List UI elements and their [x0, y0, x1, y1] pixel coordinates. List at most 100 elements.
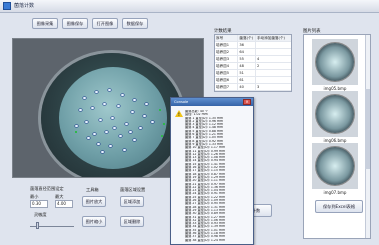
colony-marker: [97, 143, 100, 145]
window-title-bar: 菌落计数: [0, 0, 379, 13]
window-title: 菌落计数: [14, 3, 35, 9]
header-cell: 手动添加菌落(个): [256, 36, 285, 40]
colony-marker: [143, 115, 146, 117]
colony-marker: [133, 99, 136, 101]
colony-marker: [85, 121, 88, 123]
colony-marker: [111, 117, 114, 119]
table-cell: 培养皿2: [215, 49, 239, 55]
colony-marker: [145, 103, 148, 105]
table-cell: 3: [256, 85, 260, 89]
table-row[interactable]: 培养皿7 40 3: [215, 84, 291, 91]
app-window: 菌落计数 图像采集 图像保存 打开图像 数据保存 菌落直径范围设定 最小 最大 …: [0, 0, 379, 245]
export-excel-button[interactable]: 保存到Excel表格: [315, 200, 363, 213]
colony-marker: [75, 125, 78, 127]
colony-marker: [87, 137, 90, 139]
table-cell: 48: [238, 63, 256, 69]
preview-scrollbar[interactable]: [365, 35, 370, 238]
table-cell: 55: [238, 56, 256, 62]
table-cell: 培养皿1: [215, 42, 239, 48]
colony-marker: [105, 131, 108, 133]
preview-thumbnail: [312, 143, 358, 189]
table-cell: 培养皿5: [215, 70, 239, 76]
table-body: 培养皿1 36 培养皿2 64 培养皿3 55 4 培养皿4 48 2 培养皿5 51 培养皿6 61 培养…: [215, 42, 291, 91]
scroll-thumb[interactable]: [365, 89, 370, 169]
dialog-line: 菌落 38 直径(D): 1.24 mm: [185, 238, 226, 242]
colony-marker: [79, 109, 82, 111]
table-row[interactable]: 培养皿3 55 4: [215, 56, 291, 63]
table-row[interactable]: 培养皿1 36: [215, 42, 291, 49]
colony-marker: [101, 151, 104, 153]
app-icon: [3, 2, 11, 10]
table-cell: 40: [238, 84, 256, 90]
colony-marker: [109, 145, 112, 147]
toolbox-label: 工具箱: [86, 187, 99, 192]
table-cell: 4: [256, 57, 260, 61]
preview-item[interactable]: img05.bmp: [312, 39, 358, 91]
preview-thumbnail: [312, 39, 358, 85]
sensitivity-slider[interactable]: [36, 222, 39, 229]
colony-marker: [129, 131, 132, 133]
save-image-button[interactable]: 图像保存: [62, 18, 88, 29]
sensitivity-label: 灵敏度: [34, 212, 47, 217]
colony-marker: [119, 135, 122, 137]
colony-marker: [133, 139, 136, 141]
add-region-button[interactable]: 区域添加: [120, 196, 144, 207]
colony-marker: [95, 91, 98, 93]
colony-marker: [108, 89, 111, 91]
table-cell: 培养皿4: [215, 63, 239, 69]
colony-marker: [93, 133, 96, 135]
zoom-out-button[interactable]: 图片缩小: [82, 216, 106, 227]
colony-marker: [99, 119, 102, 121]
preview-thumbnail: [312, 91, 358, 137]
results-table[interactable]: 序号 菌落(个) 手动添加菌落(个) 培养皿1 36 培养皿2 64 培养皿3 55 4 培养…: [214, 34, 292, 92]
table-cell: [256, 70, 291, 76]
preview-filename: img07.bmp: [323, 190, 347, 195]
capture-image-button[interactable]: 图像采集: [32, 18, 58, 29]
region-setting-label: 菌落区域设置: [120, 187, 146, 192]
manual-marker: [161, 135, 163, 137]
dialog-title: Console: [174, 100, 189, 104]
save-data-button[interactable]: 数据保存: [122, 18, 148, 29]
table-cell: 64: [238, 49, 256, 55]
manual-marker: [163, 123, 165, 125]
open-image-button[interactable]: 打开图像: [92, 18, 118, 29]
manual-marker: [159, 109, 161, 111]
table-cell: 培养皿3: [215, 56, 239, 62]
colony-marker: [117, 105, 120, 107]
colony-marker: [123, 149, 126, 151]
colony-marker: [83, 97, 86, 99]
table-cell: 培养皿6: [215, 77, 239, 83]
diameter-range-label: 菌落直径范围设定: [30, 186, 64, 191]
max-diameter-input[interactable]: 4.00: [55, 200, 73, 208]
result-dialog[interactable]: Console × ! 菌落总数: 40 个直径: 1.02 mm 菌落 1 直径…: [170, 97, 254, 245]
table-cell: 51: [238, 70, 256, 76]
header-cell: 菌落(个): [238, 35, 256, 41]
zoom-in-button[interactable]: 图片放大: [82, 196, 106, 207]
preview-item[interactable]: img06.bmp: [312, 91, 358, 143]
table-row[interactable]: 培养皿2 64: [215, 49, 291, 56]
delete-region-button[interactable]: 区域删除: [120, 216, 144, 227]
header-cell: 序号: [215, 35, 239, 41]
colony-marker: [121, 94, 124, 96]
manual-marker: [75, 131, 77, 133]
colony-marker: [113, 127, 116, 129]
colony-marker: [139, 127, 142, 129]
colony-marker: [125, 123, 128, 125]
table-row[interactable]: 培养皿6 61: [215, 77, 291, 84]
colony-marker: [103, 103, 106, 105]
table-cell: [256, 49, 291, 55]
table-cell: [256, 77, 291, 83]
table-row[interactable]: 培养皿5 51: [215, 70, 291, 77]
dialog-title-bar: Console: [171, 98, 253, 106]
colony-marker: [91, 107, 94, 109]
table-cell: 培养皿7: [215, 84, 239, 90]
table-cell: [256, 42, 291, 48]
min-diameter-input[interactable]: 0.30: [30, 200, 48, 208]
table-cell: 36: [238, 42, 256, 48]
table-header: 序号 菌落(个) 手动添加菌落(个): [215, 35, 291, 42]
preview-item[interactable]: img07.bmp: [312, 143, 358, 195]
table-cell: 61: [238, 77, 256, 83]
table-row[interactable]: 培养皿4 48 2: [215, 63, 291, 70]
dialog-message: 菌落总数: 40 个直径: 1.02 mm 菌落 1 直径(D): 1.35 mm…: [185, 110, 253, 242]
close-icon[interactable]: ×: [243, 99, 251, 105]
